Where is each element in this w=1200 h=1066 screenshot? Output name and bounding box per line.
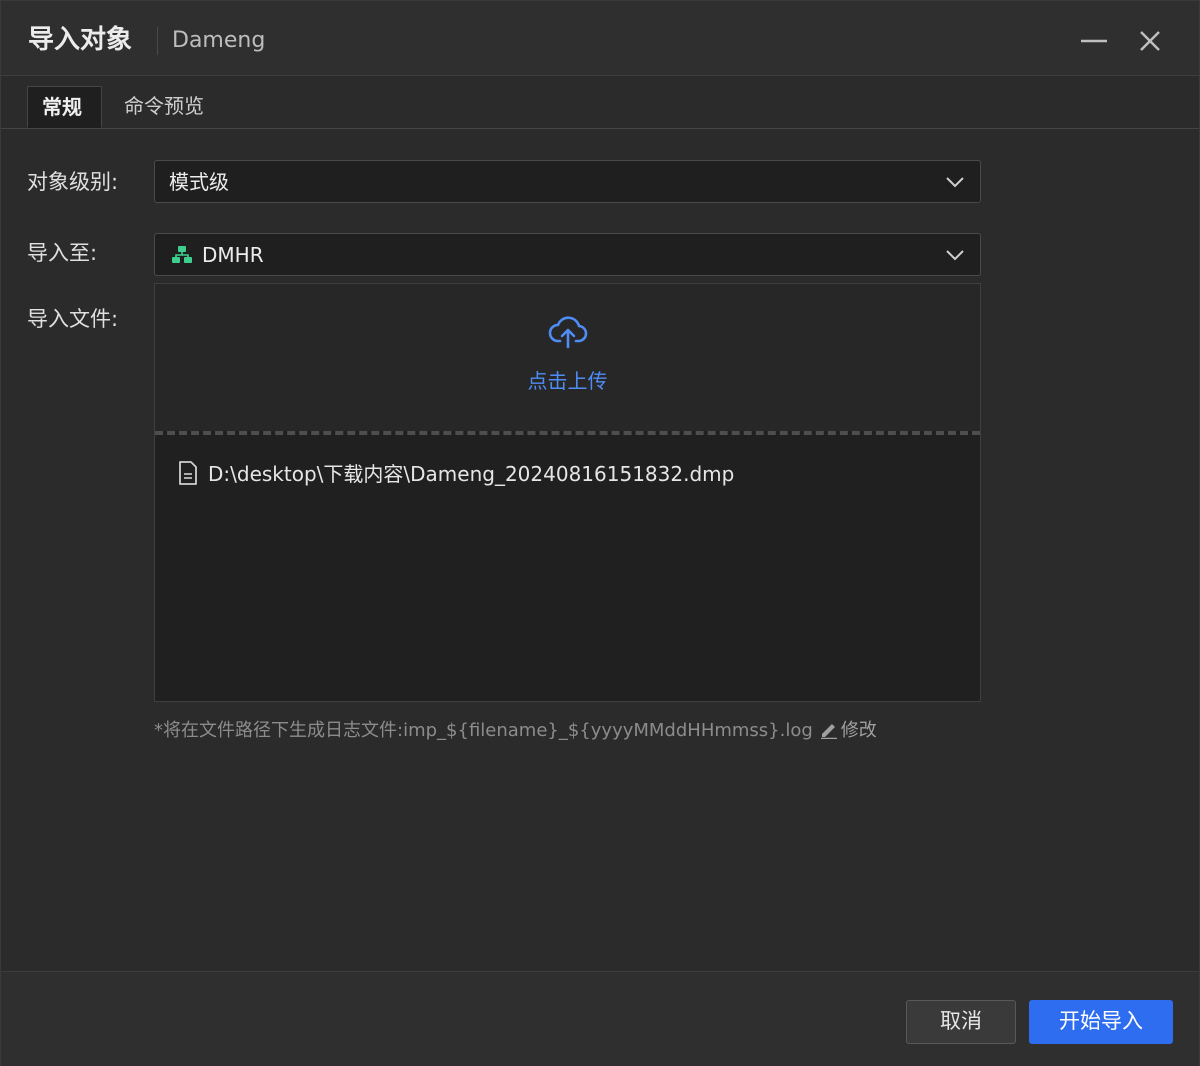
title-separator [157, 27, 158, 55]
close-icon [1140, 31, 1160, 51]
file-icon [179, 461, 197, 485]
object-level-select[interactable]: 模式级 [154, 160, 981, 203]
import-object-dialog: 导入对象 Dameng 常规 命令预览 对象级别: 模式级 导入至: DMHR … [0, 0, 1200, 1066]
log-hint-prefix: *将在文件路径下生成日志文件: [154, 720, 404, 741]
object-level-label: 对象级别: [27, 170, 119, 194]
title-bar: 导入对象 Dameng [1, 1, 1199, 76]
upload-link-text[interactable]: 点击上传 [155, 366, 980, 396]
file-upload-area: 点击上传 D:\desktop\下载内容\Dameng_202408161518… [154, 283, 981, 702]
dialog-footer: 取消 开始导入 [1, 971, 1199, 1066]
log-file-hint: *将在文件路径下生成日志文件:imp_${filename}_${yyyyMMd… [154, 716, 877, 746]
edit-label: 修改 [840, 720, 877, 741]
pencil-icon [820, 724, 837, 739]
cloud-upload-icon [548, 316, 588, 349]
upload-divider [155, 431, 980, 435]
file-path: D:\desktop\下载内容\Dameng_20240816151832.dm… [208, 462, 735, 486]
edit-log-name-link[interactable]: 修改 [819, 716, 877, 746]
close-button[interactable] [1132, 23, 1168, 59]
dialog-title: 导入对象 [28, 25, 133, 55]
log-file-pattern: imp_${filename}_${yyyyMMddHHmmss}.log [403, 720, 813, 741]
import-to-value: DMHR [202, 243, 264, 267]
tab-general[interactable]: 常规 [27, 86, 102, 128]
object-level-value: 模式级 [169, 170, 229, 194]
schema-icon [172, 246, 192, 263]
import-to-label: 导入至: [27, 241, 98, 265]
cancel-button[interactable]: 取消 [906, 1000, 1016, 1044]
upload-dropzone[interactable]: 点击上传 [155, 284, 980, 431]
minimize-button[interactable] [1076, 23, 1112, 59]
chevron-down-icon [946, 177, 964, 188]
connection-name: Dameng [172, 28, 266, 53]
chevron-down-icon [946, 250, 964, 261]
tab-bar: 常规 命令预览 [1, 76, 1199, 129]
start-import-button[interactable]: 开始导入 [1029, 1000, 1173, 1044]
minimize-icon [1081, 39, 1107, 43]
tab-command-preview[interactable]: 命令预览 [110, 86, 218, 128]
import-to-select[interactable]: DMHR [154, 233, 981, 276]
import-file-label: 导入文件: [27, 307, 119, 331]
